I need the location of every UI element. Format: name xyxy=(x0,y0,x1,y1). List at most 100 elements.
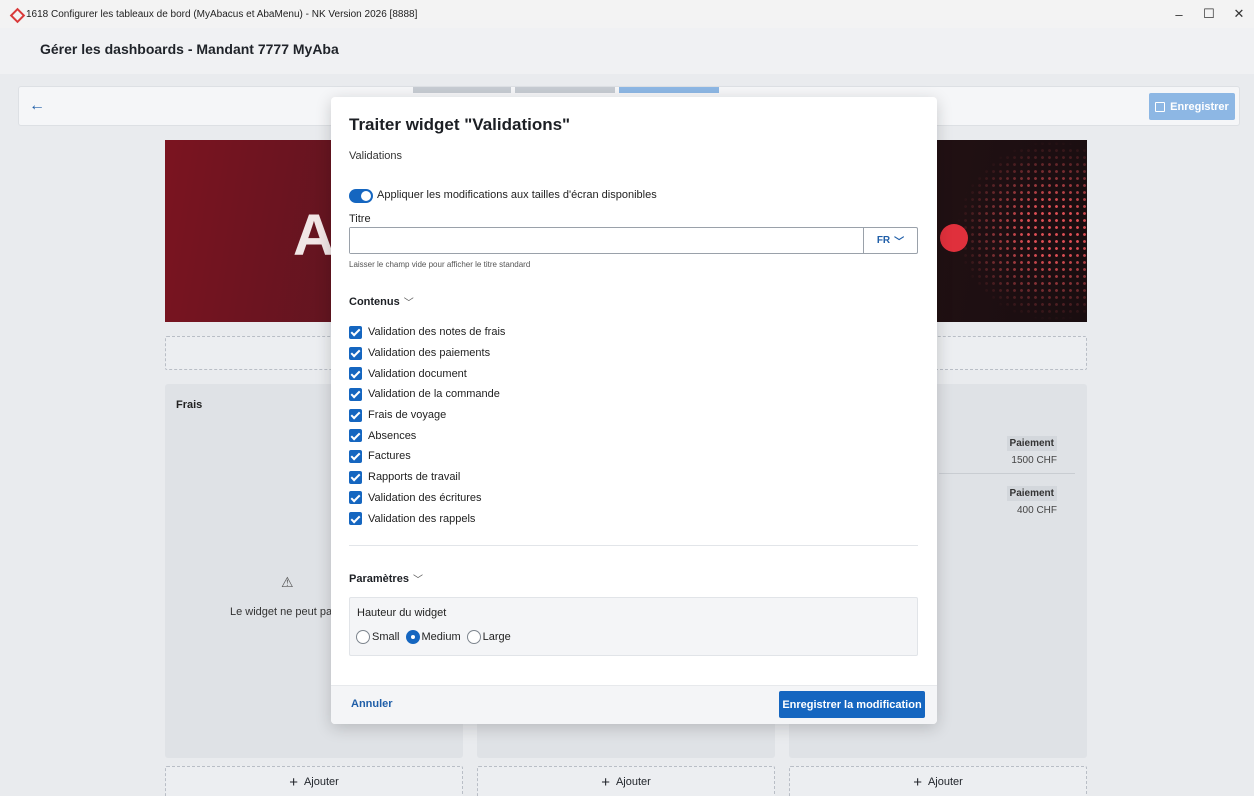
checkbox-label: Validation des paiements xyxy=(368,347,491,360)
add-widget-label: Ajouter xyxy=(927,776,963,788)
toggle-label: Appliquer les modifications aux tailles … xyxy=(377,189,657,201)
app-logo-icon xyxy=(11,9,21,19)
checkbox-item[interactable]: Validation des rappels xyxy=(349,508,505,529)
title-input[interactable] xyxy=(350,228,860,253)
cancel-button[interactable]: Annuler xyxy=(351,698,393,710)
checkbox-item[interactable]: Validation des notes de frais xyxy=(349,322,505,343)
app-header: Gérer les dashboards - Mandant 7777 MyAb… xyxy=(0,28,1254,74)
save-button[interactable]: Enregistrer xyxy=(1149,93,1235,120)
checkbox-checked-icon[interactable] xyxy=(349,470,362,484)
radio-label: Small xyxy=(372,631,400,643)
params-section-toggle[interactable]: Paramètres ﹀ xyxy=(349,571,423,587)
contents-section-toggle[interactable]: Contenus ﹀ xyxy=(349,294,414,310)
checkbox-checked-icon[interactable] xyxy=(349,512,362,526)
chevron-down-icon: ﹀ xyxy=(403,298,414,309)
save-changes-button[interactable]: Enregistrer la modification xyxy=(779,691,925,718)
checkbox-label: Factures xyxy=(368,450,411,463)
title-field-label: Titre xyxy=(349,213,371,225)
close-button[interactable]: ✕ xyxy=(1224,0,1254,28)
radio-unchecked-icon[interactable] xyxy=(356,630,370,644)
checkbox-checked-icon[interactable] xyxy=(349,367,362,381)
language-select[interactable]: FR ﹀ xyxy=(863,228,917,253)
maximize-button[interactable]: ☐ xyxy=(1194,0,1224,28)
widget-warning-text: Le widget ne peut pas xyxy=(230,606,338,618)
params-panel: Hauteur du widget Small Medium Large xyxy=(349,597,918,656)
checkbox-item[interactable]: Validation document xyxy=(349,363,505,384)
radio-label: Medium xyxy=(421,631,461,643)
checkbox-checked-icon[interactable] xyxy=(349,491,362,505)
payment-amount: 400 CHF xyxy=(1016,505,1057,516)
contents-checkbox-list: Validation des notes de frais Validation… xyxy=(349,322,505,529)
payment-badge: Paiement xyxy=(1006,436,1057,451)
checkbox-item[interactable]: Absences xyxy=(349,425,505,446)
section-divider xyxy=(349,545,918,546)
radio-label: Large xyxy=(482,631,511,643)
checkbox-item[interactable]: Factures xyxy=(349,446,505,467)
back-button[interactable]: ← xyxy=(19,87,55,125)
checkbox-label: Validation des écritures xyxy=(368,491,482,504)
checkbox-item[interactable]: Validation des écritures xyxy=(349,488,505,509)
checkbox-item[interactable]: Validation de la commande xyxy=(349,384,505,405)
radio-unchecked-icon[interactable] xyxy=(466,630,481,644)
plus-icon: + xyxy=(601,773,610,791)
dialog-subtitle: Validations xyxy=(349,150,402,162)
checkbox-label: Validation des rappels xyxy=(368,512,476,525)
payment-item: Paiement 1500 CHF xyxy=(1006,435,1057,466)
chevron-down-icon: ﹀ xyxy=(412,575,423,586)
dialog-footer: Annuler Enregistrer la modification xyxy=(331,685,937,724)
payment-amount: 1500 CHF xyxy=(1011,455,1057,466)
add-widget-label: Ajouter xyxy=(615,776,651,788)
checkbox-checked-icon[interactable] xyxy=(349,387,362,401)
banner-logo-letter: A xyxy=(293,203,335,268)
checkbox-label: Absences xyxy=(368,429,417,442)
language-label: FR xyxy=(876,235,891,246)
window-titlebar: 1618 Configurer les tableaux de bord (My… xyxy=(0,0,1254,28)
add-widget-button[interactable]: + Ajouter xyxy=(789,766,1087,796)
tab-3[interactable] xyxy=(619,87,719,93)
checkbox-label: Validation des notes de frais xyxy=(368,326,506,339)
checkbox-checked-icon[interactable] xyxy=(349,325,362,339)
radio-small[interactable]: Small xyxy=(356,630,400,644)
page-title: Gérer les dashboards - Mandant 7777 MyAb… xyxy=(40,41,339,57)
column-title: Frais xyxy=(176,399,203,411)
payment-badge: Paiement xyxy=(1006,486,1057,501)
checkbox-item[interactable]: Rapports de travail xyxy=(349,467,505,488)
tab-1[interactable] xyxy=(413,87,511,93)
radio-checked-icon[interactable] xyxy=(405,630,420,644)
arrow-left-icon: ← xyxy=(29,97,45,114)
title-field-hint: Laisser le champ vide pour afficher le t… xyxy=(349,260,531,269)
apply-all-sizes-toggle[interactable] xyxy=(349,189,373,203)
payment-item: Paiement 400 CHF xyxy=(1006,485,1057,516)
checkbox-label: Validation document xyxy=(368,367,467,380)
checkbox-item[interactable]: Frais de voyage xyxy=(349,405,505,426)
add-widget-button[interactable]: + Ajouter xyxy=(477,766,775,796)
checkbox-checked-icon[interactable] xyxy=(349,408,362,422)
radio-large[interactable]: Large xyxy=(466,630,511,644)
checkbox-checked-icon[interactable] xyxy=(349,346,362,360)
checkbox-label: Rapports de travail xyxy=(368,471,461,484)
checkbox-label: Frais de voyage xyxy=(368,409,447,422)
plus-icon: + xyxy=(289,773,298,791)
tab-2[interactable] xyxy=(515,87,615,93)
plus-icon: + xyxy=(913,773,922,791)
warning-icon: ⚠ xyxy=(281,574,294,590)
widget-height-label: Hauteur du widget xyxy=(357,607,447,619)
minimize-button[interactable]: – xyxy=(1164,0,1194,28)
checkbox-item[interactable]: Validation des paiements xyxy=(349,343,505,364)
chevron-down-icon: ﹀ xyxy=(894,237,905,248)
checkbox-checked-icon[interactable] xyxy=(349,449,362,463)
add-widget-label: Ajouter xyxy=(303,776,339,788)
banner-red-dot xyxy=(940,224,968,252)
save-icon xyxy=(1155,101,1166,112)
save-button-label: Enregistrer xyxy=(1170,100,1229,113)
banner-dots-pattern xyxy=(955,140,1087,322)
title-field: FR ﹀ xyxy=(349,227,918,254)
add-widget-button[interactable]: + Ajouter xyxy=(165,766,463,796)
contents-section-label: Contenus xyxy=(349,295,400,308)
checkbox-label: Validation de la commande xyxy=(368,388,500,401)
edit-widget-dialog: Traiter widget "Validations" Validations… xyxy=(331,97,937,724)
divider xyxy=(939,473,1075,474)
checkbox-checked-icon[interactable] xyxy=(349,429,362,443)
widget-height-radio-group: Small Medium Large xyxy=(356,630,517,644)
radio-medium[interactable]: Medium xyxy=(405,630,461,644)
